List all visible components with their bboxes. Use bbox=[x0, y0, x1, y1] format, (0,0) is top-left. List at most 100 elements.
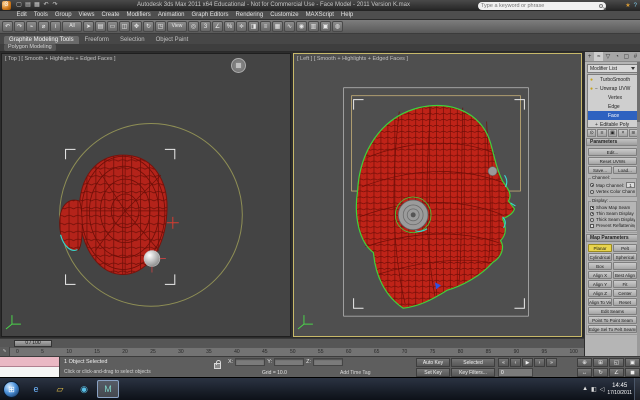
map-parameter-button[interactable]: Reset bbox=[613, 298, 637, 306]
seam-button[interactable]: Edge Sel To Pelt Seams bbox=[588, 325, 637, 333]
pin-stack-icon[interactable]: ⊙ bbox=[587, 129, 596, 137]
ribbon-tab[interactable]: Object Paint bbox=[151, 36, 194, 44]
use-pivot-point-icon[interactable]: ◎ bbox=[188, 21, 199, 32]
modifier-list-dropdown[interactable]: Modifier List bbox=[587, 64, 638, 73]
make-unique-icon[interactable]: ▣ bbox=[608, 129, 617, 137]
redo-icon[interactable]: ↷ bbox=[14, 21, 25, 32]
show-map-seam-checkbox[interactable]: Show Map Seam bbox=[590, 205, 635, 210]
vertex-color-channel-radio[interactable]: Vertex Color Channel bbox=[590, 189, 635, 194]
save-file-icon[interactable]: ▦ bbox=[33, 0, 41, 11]
create-tab-icon[interactable]: + bbox=[585, 52, 594, 61]
hierarchy-tab-icon[interactable]: ▽ bbox=[603, 52, 612, 61]
search-input[interactable] bbox=[481, 3, 597, 9]
selected-dropdown[interactable]: Selected bbox=[451, 358, 495, 367]
time-slider[interactable]: 0 / 100 bbox=[0, 338, 584, 347]
map-parameter-button[interactable]: Align To View bbox=[588, 298, 612, 306]
menu-item[interactable]: Group bbox=[51, 11, 75, 20]
time-slider-handle[interactable]: 0 / 100 bbox=[14, 340, 52, 347]
map-parameter-button[interactable]: Align X bbox=[588, 271, 612, 279]
menu-item[interactable]: Customize bbox=[267, 11, 302, 20]
spinner-snap-icon[interactable]: ≑ bbox=[236, 21, 247, 32]
go-to-start-button[interactable]: « bbox=[498, 358, 509, 367]
show-end-result-icon[interactable]: ≡ bbox=[597, 129, 606, 137]
tray-show-hidden-icons[interactable]: ▲ bbox=[582, 386, 588, 393]
menu-item[interactable]: Animation bbox=[154, 11, 188, 20]
map-parameter-button[interactable]: Planar bbox=[588, 244, 612, 252]
current-frame-field[interactable]: 0 bbox=[498, 368, 533, 377]
reset-uvws-button[interactable]: Reset UVWs bbox=[588, 157, 637, 165]
play-button[interactable]: ▶ bbox=[522, 358, 533, 367]
select-and-move-icon[interactable]: ✥ bbox=[131, 21, 142, 32]
viewport-left-label[interactable]: [ Left ] [ Smooth + Highlights + Edged F… bbox=[297, 56, 408, 62]
window-crossing-icon[interactable]: ◫ bbox=[119, 21, 130, 32]
select-and-scale-icon[interactable]: ◳ bbox=[155, 21, 166, 32]
snaps-toggle-icon[interactable]: 3 bbox=[200, 21, 211, 32]
expand-icon[interactable]: + bbox=[595, 122, 599, 128]
map-parameters-rollout-header[interactable]: Map Parameters bbox=[586, 234, 639, 242]
menu-item[interactable]: Rendering bbox=[232, 11, 267, 20]
top-view-canvas[interactable] bbox=[2, 54, 290, 336]
render-production-icon[interactable]: ◍ bbox=[332, 21, 343, 32]
angle-snap-icon[interactable]: ∠ bbox=[212, 21, 223, 32]
ear[interactable] bbox=[395, 197, 431, 233]
ribbon-tab[interactable]: Freeform bbox=[80, 36, 114, 44]
load-uvs-button[interactable]: Load... bbox=[613, 166, 637, 174]
head-profile[interactable] bbox=[356, 106, 515, 309]
unlink-selection-icon[interactable]: ⌀ bbox=[38, 21, 49, 32]
auto-key-button[interactable]: Auto Key bbox=[416, 358, 450, 367]
network-icon[interactable]: ◧ bbox=[591, 386, 597, 393]
previous-frame-button[interactable]: ‹ bbox=[510, 358, 521, 367]
open-file-icon[interactable]: ▤ bbox=[24, 0, 32, 11]
menu-item[interactable]: MAXScript bbox=[302, 11, 337, 20]
media-player-icon[interactable]: ◉ bbox=[73, 380, 95, 398]
taskbar-clock[interactable]: 14:45 17/10/2011 bbox=[607, 383, 632, 396]
viewport-top-label[interactable]: [ Top ] [ Smooth + Highlights + Edged Fa… bbox=[5, 56, 116, 62]
visibility-bulb-icon[interactable]: ● bbox=[590, 77, 594, 83]
bind-to-space-warp-icon[interactable]: ≀ bbox=[50, 21, 61, 32]
modifier-stack-row[interactable]: Edge bbox=[588, 102, 637, 111]
track-bar[interactable]: 0510152025303540455055606570758085909510… bbox=[10, 347, 584, 356]
modify-tab-icon[interactable]: ≈ bbox=[594, 52, 603, 61]
modifier-stack-row[interactable]: + Editable Poly bbox=[588, 120, 637, 128]
ribbon-tab[interactable]: Selection bbox=[115, 36, 150, 44]
zoom-region-icon[interactable]: ▣ bbox=[625, 358, 640, 367]
sphere-gizmo[interactable] bbox=[144, 251, 160, 267]
select-by-name-icon[interactable]: ▤ bbox=[95, 21, 106, 32]
map-parameter-button[interactable]: Pelt bbox=[613, 244, 637, 252]
set-key-button[interactable]: Set Key bbox=[416, 368, 450, 377]
pan-icon[interactable]: ↔ bbox=[577, 368, 592, 377]
visibility-bulb-icon[interactable]: ● bbox=[590, 86, 594, 92]
field-of-view-icon[interactable]: ∠ bbox=[609, 368, 624, 377]
modifier-stack-row[interactable]: ● TurboSmooth bbox=[588, 75, 637, 84]
layer-manager-icon[interactable]: ▦ bbox=[272, 21, 283, 32]
listener-macro-pane[interactable] bbox=[0, 357, 59, 367]
select-object-icon[interactable]: ➤ bbox=[83, 21, 94, 32]
viewport-top[interactable]: [ Top ] [ Smooth + Highlights + Edged Fa… bbox=[1, 53, 291, 337]
infocenter-search[interactable] bbox=[478, 2, 606, 10]
map-parameter-button[interactable]: Best Align bbox=[613, 271, 637, 279]
viewport-left[interactable]: [ Left ] [ Smooth + Highlights + Edged F… bbox=[293, 53, 582, 337]
x-coordinate-field[interactable] bbox=[235, 358, 265, 366]
map-parameter-button[interactable] bbox=[613, 262, 637, 270]
rectangular-selection-region-icon[interactable]: ▭ bbox=[107, 21, 118, 32]
open-mini-curve-editor-icon[interactable]: ∿ bbox=[0, 347, 10, 356]
menu-item[interactable]: Create bbox=[98, 11, 123, 20]
go-to-end-button[interactable]: » bbox=[546, 358, 557, 367]
display-tab-icon[interactable]: ▢ bbox=[622, 52, 631, 61]
edit-uvs-button[interactable]: Edit... bbox=[588, 148, 637, 156]
listener-script-pane[interactable] bbox=[0, 367, 59, 377]
render-setup-icon[interactable]: ▥ bbox=[308, 21, 319, 32]
map-parameter-button[interactable]: Spherical bbox=[613, 253, 637, 261]
select-and-rotate-icon[interactable]: ↻ bbox=[143, 21, 154, 32]
selection-lock-icon[interactable] bbox=[214, 363, 221, 369]
save-uvs-button[interactable]: Save... bbox=[588, 166, 612, 174]
ribbon-tab[interactable]: Graphite Modeling Tools bbox=[4, 36, 79, 44]
map-parameter-button[interactable]: Center bbox=[613, 289, 637, 297]
eye[interactable] bbox=[488, 167, 497, 176]
map-channel-spinner[interactable]: 1 bbox=[626, 182, 635, 188]
modifier-stack-row[interactable]: Face bbox=[588, 111, 637, 120]
map-channel-radio[interactable]: Map Channel: 1 bbox=[590, 182, 635, 188]
thin-seam-display-radio[interactable]: Thin Seam Display bbox=[590, 211, 635, 216]
show-desktop-button[interactable] bbox=[634, 378, 640, 400]
motion-tab-icon[interactable]: ◔ bbox=[613, 52, 622, 61]
